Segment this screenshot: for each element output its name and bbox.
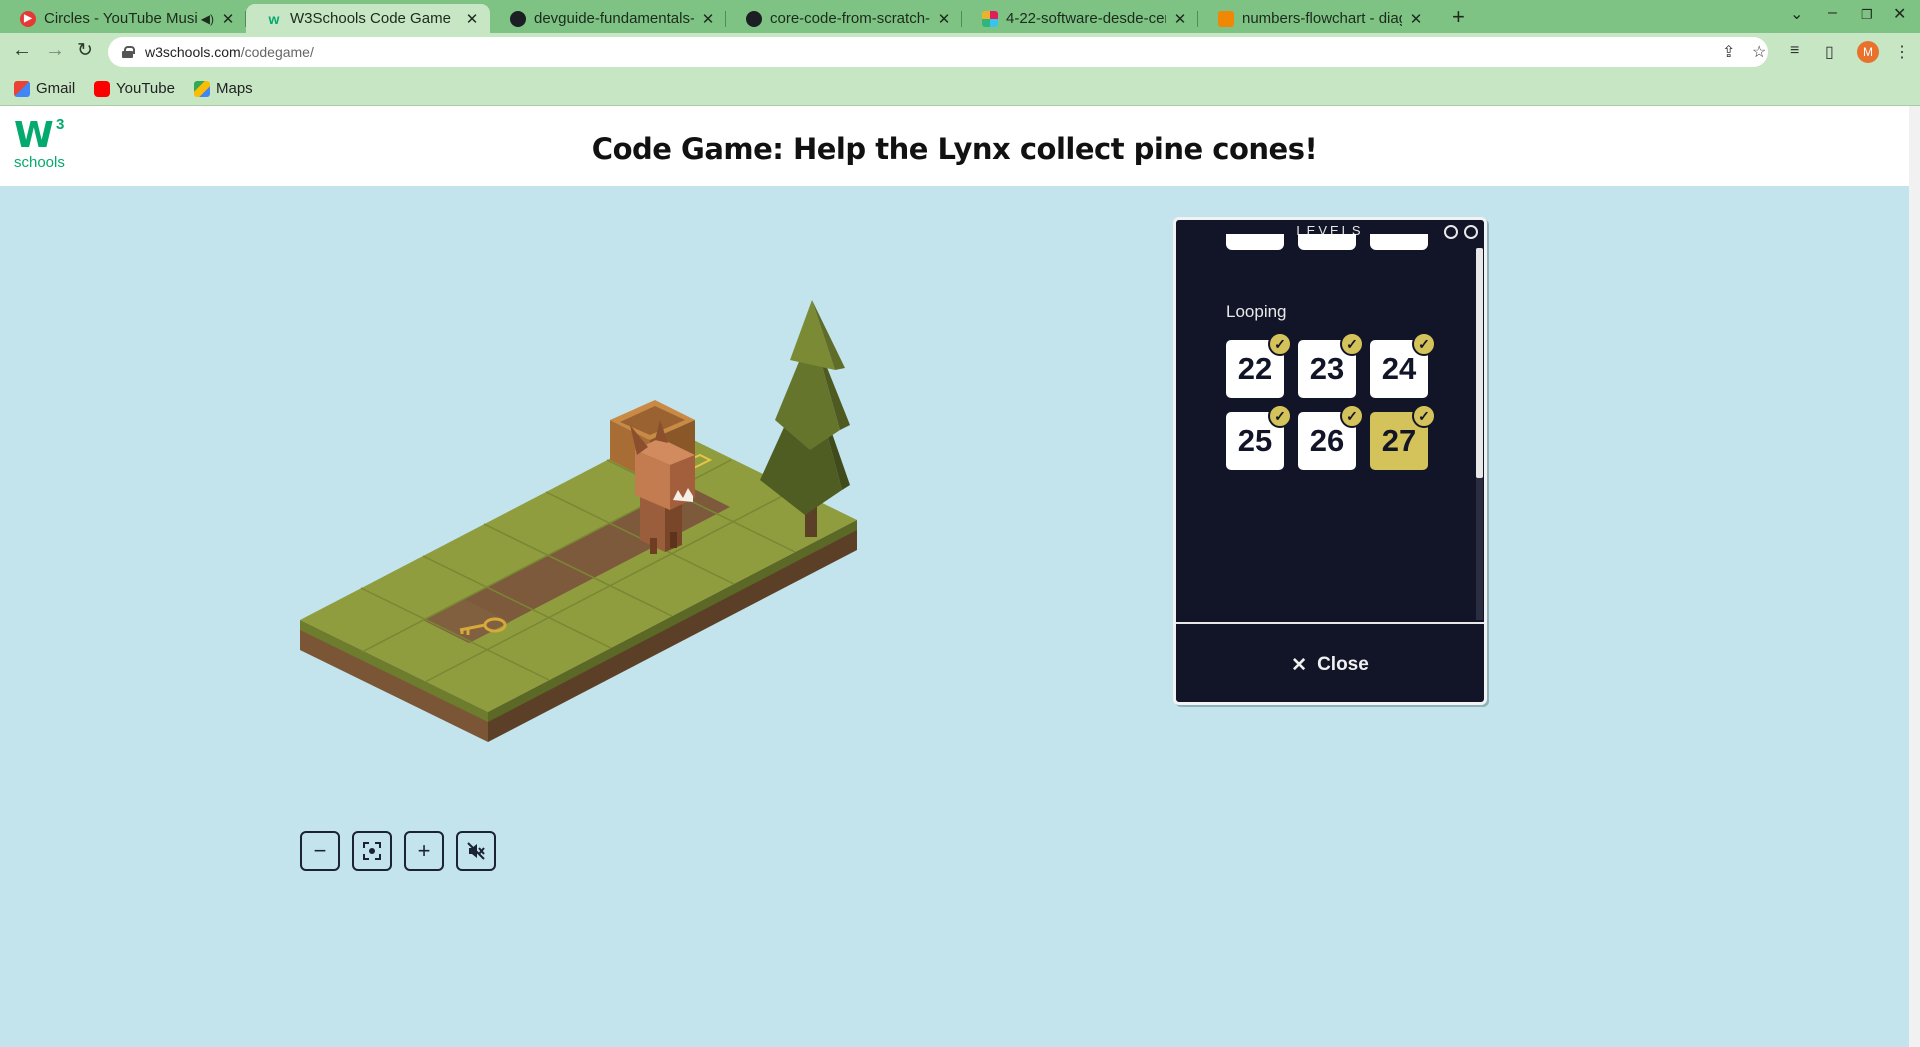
level-tile-partial[interactable] (1370, 234, 1428, 250)
browser-toolbar: ← → ↻ w3schools.com/codegame/ ⇪ ☆ ≡ ▯ M … (0, 33, 1920, 71)
tab-core-code[interactable]: core-code-from-scratch-r ✕ (726, 4, 962, 33)
close-icon: ✕ (1291, 654, 1308, 676)
tab-w3schools-code-game[interactable]: w W3Schools Code Game ✕ (246, 4, 490, 33)
checkmark-icon: ✓ (1268, 404, 1292, 428)
maps-icon (194, 80, 210, 97)
lock-icon[interactable] (122, 46, 135, 58)
page-scrollbar[interactable] (1909, 106, 1920, 1047)
close-tab-icon[interactable]: ✕ (1408, 10, 1424, 28)
tab-title: 4-22-software-desde-cer (1006, 10, 1166, 27)
focus-icon (363, 842, 381, 860)
close-tab-icon[interactable]: ✕ (220, 10, 236, 28)
circle-icon[interactable] (1444, 225, 1458, 239)
level-number: 23 (1309, 351, 1345, 386)
tab-title: core-code-from-scratch-r (770, 10, 930, 27)
page-header: W 3 schools Code Game: Help the Lynx col… (0, 106, 1909, 186)
forward-icon[interactable]: → (45, 39, 65, 62)
tab-title: numbers-flowchart - diag (1242, 10, 1402, 27)
close-tab-icon[interactable]: ✕ (936, 10, 952, 28)
back-icon[interactable]: ← (12, 39, 32, 62)
tab-search-icon[interactable]: ⌄ (1790, 4, 1803, 24)
speaker-icon[interactable]: ◀) (201, 12, 214, 26)
levels-scroll-thumb[interactable] (1476, 248, 1483, 478)
github-icon (746, 10, 762, 27)
share-icon[interactable]: ⇪ (1722, 42, 1735, 62)
checkmark-icon: ✓ (1340, 404, 1364, 428)
reload-icon[interactable]: ↻ (77, 39, 93, 62)
side-panel-icon[interactable]: ▯ (1825, 42, 1834, 62)
levels-panel: LEVELS Looping 22 ✓ 23 ✓ 24 ✓ 25 ✓ 26 ✓ … (1173, 217, 1487, 705)
slack-icon (982, 10, 998, 27)
checkmark-icon: ✓ (1340, 332, 1364, 356)
w3schools-icon: w (268, 10, 280, 27)
bookmark-maps[interactable]: Maps (194, 80, 253, 97)
bookmarks-bar: Gmail YouTube Maps (0, 71, 1920, 106)
tab-title: W3Schools Code Game (290, 10, 451, 27)
tab-youtube-music[interactable]: ▶ Circles - YouTube Musi ◀) ✕ (0, 4, 246, 33)
close-tab-icon[interactable]: ✕ (1172, 10, 1188, 28)
tab-title: Circles - YouTube Musi (44, 10, 197, 27)
minimize-icon[interactable]: – (1828, 4, 1837, 22)
checkmark-icon: ✓ (1268, 332, 1292, 356)
level-number: 26 (1309, 423, 1345, 458)
tab-strip: ▶ Circles - YouTube Musi ◀) ✕ w W3School… (0, 0, 1920, 33)
menu-kebab-icon[interactable]: ⋮ (1894, 42, 1910, 62)
url-path: /codegame/ (240, 44, 314, 60)
diagrams-icon (1218, 10, 1234, 27)
minus-icon: − (313, 838, 327, 863)
game-board (300, 300, 857, 742)
restore-icon[interactable]: ❐ (1861, 7, 1873, 23)
url-host: w3schools.com (145, 44, 241, 60)
mute-button[interactable] (456, 831, 496, 871)
level-number: 22 (1237, 351, 1273, 386)
tab-title: devguide-fundamentals-2 (534, 10, 694, 27)
close-label: Close (1317, 654, 1369, 675)
tab-numbers-flowchart[interactable]: numbers-flowchart - diag ✕ (1198, 4, 1434, 33)
github-icon (510, 10, 526, 27)
level-number: 25 (1237, 423, 1273, 458)
bookmark-star-icon[interactable]: ☆ (1752, 42, 1766, 62)
close-window-icon[interactable]: ✕ (1893, 4, 1906, 24)
new-tab-icon[interactable]: + (1452, 4, 1465, 30)
youtube-icon (94, 80, 110, 97)
media-controls-icon[interactable]: ≡ (1790, 42, 1799, 60)
bookmark-label: YouTube (116, 80, 175, 97)
bookmark-gmail[interactable]: Gmail (14, 80, 75, 97)
circle-icon[interactable] (1464, 225, 1478, 239)
level-number: 24 (1381, 351, 1417, 386)
zoom-in-button[interactable]: + (404, 831, 444, 871)
zoom-out-button[interactable]: − (300, 831, 340, 871)
level-tile-partial[interactable] (1226, 234, 1284, 250)
bookmark-youtube[interactable]: YouTube (94, 80, 175, 97)
youtube-music-icon: ▶ (20, 10, 36, 27)
level-number: 27 (1381, 423, 1417, 458)
logo-superscript: 3 (56, 116, 65, 133)
checkmark-icon: ✓ (1412, 332, 1436, 356)
profile-avatar[interactable]: M (1857, 41, 1879, 63)
gmail-icon (14, 80, 30, 97)
page-title: Code Game: Help the Lynx collect pine co… (591, 132, 1318, 166)
recenter-button[interactable] (352, 831, 392, 871)
bookmark-label: Maps (216, 80, 253, 97)
close-tab-icon[interactable]: ✕ (464, 10, 480, 28)
tab-devguide[interactable]: devguide-fundamentals-2 ✕ (490, 4, 726, 33)
section-label: Looping (1226, 302, 1287, 321)
plus-icon: + (417, 838, 431, 863)
close-button[interactable]: ✕ Close (1176, 624, 1484, 702)
bookmark-label: Gmail (36, 80, 76, 97)
speaker-muted-icon (467, 842, 485, 860)
tab-software-desde-cero[interactable]: 4-22-software-desde-cer ✕ (962, 4, 1198, 33)
level-tile-partial[interactable] (1298, 234, 1356, 250)
address-bar[interactable]: w3schools.com/codegame/ (108, 37, 1768, 67)
checkmark-icon: ✓ (1412, 404, 1436, 428)
close-tab-icon[interactable]: ✕ (700, 10, 716, 28)
